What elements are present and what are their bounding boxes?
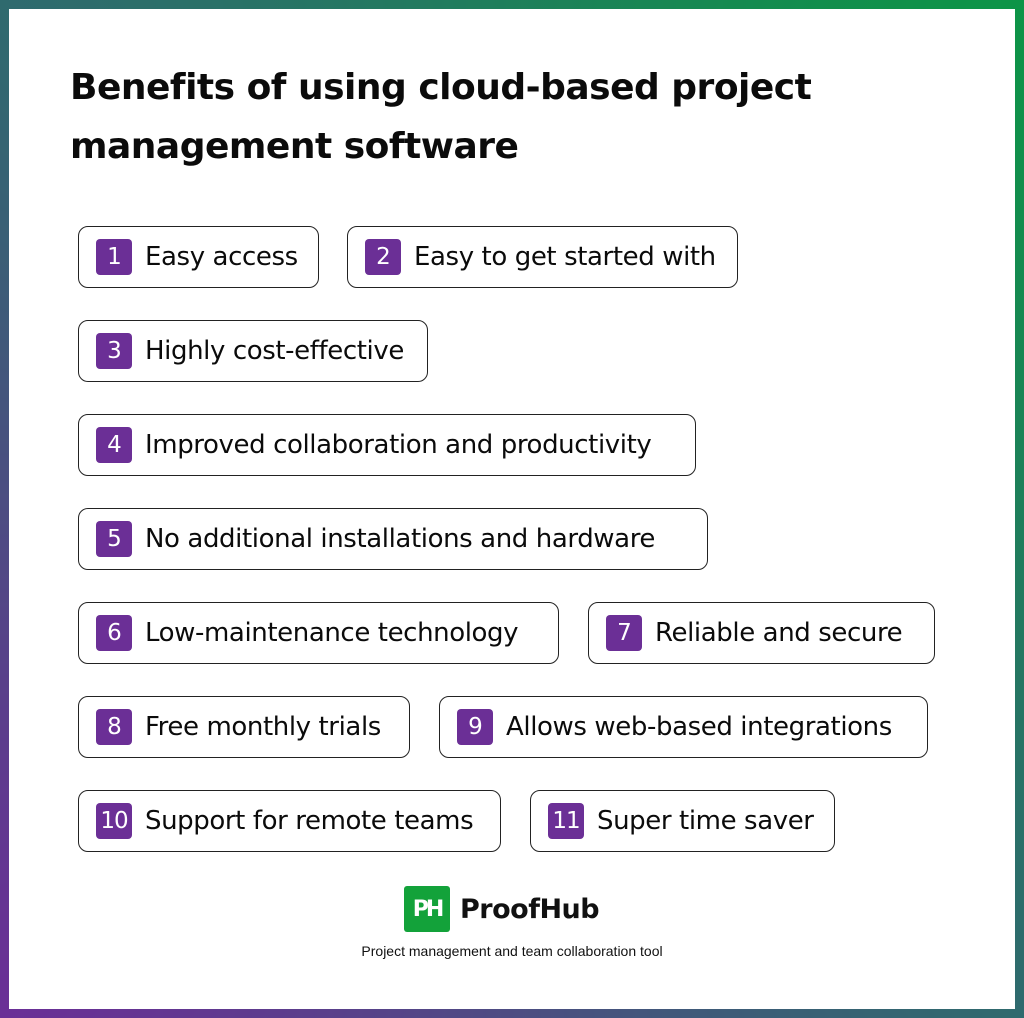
number-badge: 1 <box>96 239 132 275</box>
number-badge: 11 <box>548 803 584 839</box>
benefit-item-8: 8 Free monthly trials <box>78 696 410 758</box>
benefit-item-4: 4 Improved collaboration and productivit… <box>78 414 696 476</box>
benefit-item-11: 11 Super time saver <box>530 790 835 852</box>
number-badge: 9 <box>457 709 493 745</box>
benefit-label: Highly cost-effective <box>145 336 404 366</box>
number-badge: 10 <box>96 803 132 839</box>
benefit-item-9: 9 Allows web-based integrations <box>439 696 928 758</box>
benefit-label: Support for remote teams <box>145 806 474 836</box>
benefit-label: Reliable and secure <box>655 618 903 648</box>
benefit-item-2: 2 Easy to get started with <box>347 226 738 288</box>
brand-tagline: Project management and team collaboratio… <box>361 943 663 959</box>
benefit-item-1: 1 Easy access <box>78 226 319 288</box>
brand-lockup: PH ProofHub <box>404 886 600 932</box>
benefit-label: Low-maintenance technology <box>145 618 519 648</box>
proofhub-logo-icon: PH <box>404 886 450 932</box>
benefit-item-3: 3 Highly cost-effective <box>78 320 428 382</box>
number-badge: 2 <box>365 239 401 275</box>
benefit-label: Easy to get started with <box>414 242 716 272</box>
benefit-item-6: 6 Low-maintenance technology <box>78 602 559 664</box>
page-title: Benefits of using cloud-based project ma… <box>70 67 812 167</box>
benefit-label: Super time saver <box>597 806 814 836</box>
number-badge: 3 <box>96 333 132 369</box>
benefit-label: Easy access <box>145 242 298 272</box>
brand-name: ProofHub <box>460 893 600 925</box>
benefit-label: No additional installations and hardware <box>145 524 656 554</box>
number-badge: 8 <box>96 709 132 745</box>
benefit-label: Improved collaboration and productivity <box>145 430 652 460</box>
benefit-label: Free monthly trials <box>145 712 381 742</box>
benefit-item-10: 10 Support for remote teams <box>78 790 501 852</box>
number-badge: 5 <box>96 521 132 557</box>
benefit-item-5: 5 No additional installations and hardwa… <box>78 508 708 570</box>
benefit-item-7: 7 Reliable and secure <box>588 602 935 664</box>
benefit-label: Allows web-based integrations <box>506 712 892 742</box>
number-badge: 7 <box>606 615 642 651</box>
number-badge: 4 <box>96 427 132 463</box>
number-badge: 6 <box>96 615 132 651</box>
